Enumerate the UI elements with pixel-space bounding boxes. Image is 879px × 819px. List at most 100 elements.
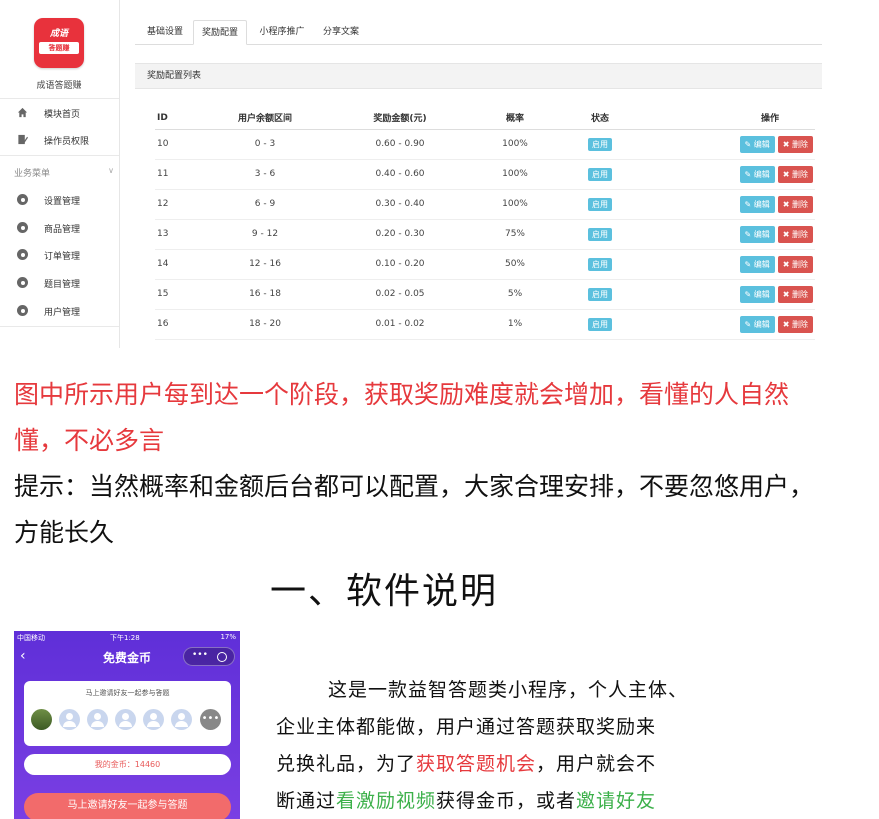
invite-friends-button[interactable]: 马上邀请好友一起参与答题 <box>24 793 231 819</box>
delete-label: 删除 <box>792 229 808 239</box>
avatar-placeholder[interactable] <box>171 709 192 730</box>
table-row: 11 3 - 6 0.40 - 0.60 100% 启用 ✎ 编辑 ✖ 删除 <box>155 159 815 190</box>
edit-button[interactable]: ✎ 编辑 <box>739 315 775 333</box>
delete-label: 删除 <box>792 199 808 209</box>
col-header-probability: 概率 <box>475 107 555 130</box>
delete-button[interactable]: ✖ 删除 <box>777 255 813 273</box>
col-header-status: 状态 <box>555 107 645 130</box>
desc-text: 获得金币，或者 <box>436 790 577 812</box>
edit-icon: ✎ <box>744 169 754 179</box>
status-badge: 启用 <box>588 197 612 211</box>
cell-actions: ✎ 编辑 ✖ 删除 <box>645 129 815 160</box>
delete-button[interactable]: ✖ 删除 <box>777 195 813 213</box>
avatar-placeholder[interactable] <box>143 709 164 730</box>
cell-id: 13 <box>155 219 205 250</box>
battery-label: 17% <box>220 633 236 641</box>
cell-probability: 100% <box>475 189 555 220</box>
edit-button[interactable]: ✎ 编辑 <box>739 225 775 243</box>
col-header-reward: 奖励金额(元) <box>325 107 475 130</box>
gear-icon <box>17 249 28 260</box>
nav-divider <box>0 98 119 99</box>
more-dots-icon[interactable]: ••• <box>192 650 208 660</box>
edit-button[interactable]: ✎ 编辑 <box>739 195 775 213</box>
sidebar-item-label: 用户管理 <box>44 308 81 318</box>
edit-label: 编辑 <box>753 169 770 179</box>
close-icon: ✖ <box>782 229 792 239</box>
gear-icon <box>17 305 28 316</box>
close-circle-icon[interactable] <box>217 652 227 662</box>
cell-id: 15 <box>155 279 205 310</box>
cell-reward: 0.20 - 0.30 <box>325 219 475 250</box>
sidebar-item-users[interactable]: 用户管理 <box>0 298 119 324</box>
cell-probability: 1% <box>475 309 555 340</box>
desc-line: 断通过看激励视频获得金币，或者邀请好友 <box>276 783 766 819</box>
edit-label: 编辑 <box>753 199 770 209</box>
more-avatars-icon[interactable]: ••• <box>200 709 221 730</box>
tab-miniprogram-promo[interactable]: 小程序推广 <box>251 20 313 45</box>
edit-icon <box>18 134 28 145</box>
cell-actions: ✎ 编辑 ✖ 删除 <box>645 189 815 220</box>
cell-reward: 0.01 - 0.02 <box>325 309 475 340</box>
edit-label: 编辑 <box>753 229 770 239</box>
sidebar-item-orders[interactable]: 订单管理 <box>0 242 119 268</box>
my-coins: 我的金币：14460 <box>24 754 231 775</box>
panel-title: 奖励配置列表 <box>135 63 822 89</box>
desc-text: 兑换礼品，为了 <box>276 753 417 775</box>
reward-table: ID 用户余额区间 奖励金额(元) 概率 状态 操作 10 0 - 3 0.60 -… <box>155 107 815 340</box>
cell-id: 14 <box>155 249 205 280</box>
sidebar-item-operator-permissions[interactable]: 操作员权限 <box>0 127 119 153</box>
avatar-placeholder[interactable] <box>115 709 136 730</box>
cell-probability: 50% <box>475 249 555 280</box>
edit-label: 编辑 <box>753 289 770 299</box>
difficulty-note: 图中所示用户每到达一个阶段，获取奖励难度就会增加，看懂的人自然懂，不必多言 <box>14 380 790 455</box>
edit-button[interactable]: ✎ 编辑 <box>739 285 775 303</box>
config-tip: 提示：当然概率和金额后台都可以配置，大家合理安排，不要忽悠用户，方能长久 <box>14 472 815 547</box>
cell-actions: ✎ 编辑 ✖ 删除 <box>645 219 815 250</box>
delete-button[interactable]: ✖ 删除 <box>777 165 813 183</box>
sidebar-item-home[interactable]: 模块首页 <box>0 100 119 126</box>
status-badge: 启用 <box>588 227 612 241</box>
cell-status: 启用 <box>555 219 645 250</box>
home-icon <box>17 107 28 118</box>
sidebar-item-questions[interactable]: 题目管理 <box>0 270 119 296</box>
cell-status: 启用 <box>555 159 645 190</box>
cell-probability: 100% <box>475 129 555 160</box>
cell-status: 启用 <box>555 279 645 310</box>
phone-screenshot: 中国移动 下午1:28 17% ‹ 免费金币 ••• 马上邀请好友一起参与答题 … <box>14 631 240 819</box>
table-row: 14 12 - 16 0.10 - 0.20 50% 启用 ✎ 编辑 ✖ 删除 <box>155 249 815 280</box>
delete-button[interactable]: ✖ 删除 <box>777 285 813 303</box>
avatar-placeholder[interactable] <box>87 709 108 730</box>
delete-button[interactable]: ✖ 删除 <box>777 225 813 243</box>
table-row: 16 18 - 20 0.01 - 0.02 1% 启用 ✎ 编辑 ✖ 删除 <box>155 309 815 340</box>
miniprogram-capsule[interactable]: ••• <box>183 647 235 666</box>
edit-icon: ✎ <box>744 199 754 209</box>
delete-button[interactable]: ✖ 删除 <box>777 315 813 333</box>
cell-id: 16 <box>155 309 205 340</box>
edit-button[interactable]: ✎ 编辑 <box>739 255 775 273</box>
edit-button[interactable]: ✎ 编辑 <box>739 135 775 153</box>
sidebar-item-settings[interactable]: 设置管理 <box>0 187 119 213</box>
tab-reward-config[interactable]: 奖励配置 <box>193 20 247 45</box>
delete-button[interactable]: ✖ 删除 <box>777 135 813 153</box>
delete-label: 删除 <box>792 139 808 149</box>
edit-icon: ✎ <box>744 289 754 299</box>
tab-basic-settings[interactable]: 基础设置 <box>139 20 191 45</box>
cell-reward: 0.02 - 0.05 <box>325 279 475 310</box>
table-row: 12 6 - 9 0.30 - 0.40 100% 启用 ✎ 编辑 ✖ 删除 <box>155 189 815 220</box>
cell-actions: ✎ 编辑 ✖ 删除 <box>645 309 815 340</box>
tab-share-copy[interactable]: 分享文案 <box>315 20 367 45</box>
gear-icon <box>17 222 28 233</box>
nav-divider <box>0 155 119 156</box>
cell-range: 16 - 18 <box>205 279 325 310</box>
delete-label: 删除 <box>792 319 808 329</box>
sidebar-item-products[interactable]: 商品管理 <box>0 215 119 241</box>
sidebar-group-label: 业务菜单 <box>14 169 51 179</box>
sidebar-group-business[interactable]: 业务菜单 ∨ <box>14 166 114 179</box>
section-title: 一、软件说明 <box>270 571 499 612</box>
edit-button[interactable]: ✎ 编辑 <box>739 165 775 183</box>
delete-label: 删除 <box>792 169 808 179</box>
cell-actions: ✎ 编辑 ✖ 删除 <box>645 279 815 310</box>
cell-status: 启用 <box>555 189 645 220</box>
avatar-placeholder[interactable] <box>59 709 80 730</box>
cell-id: 11 <box>155 159 205 190</box>
